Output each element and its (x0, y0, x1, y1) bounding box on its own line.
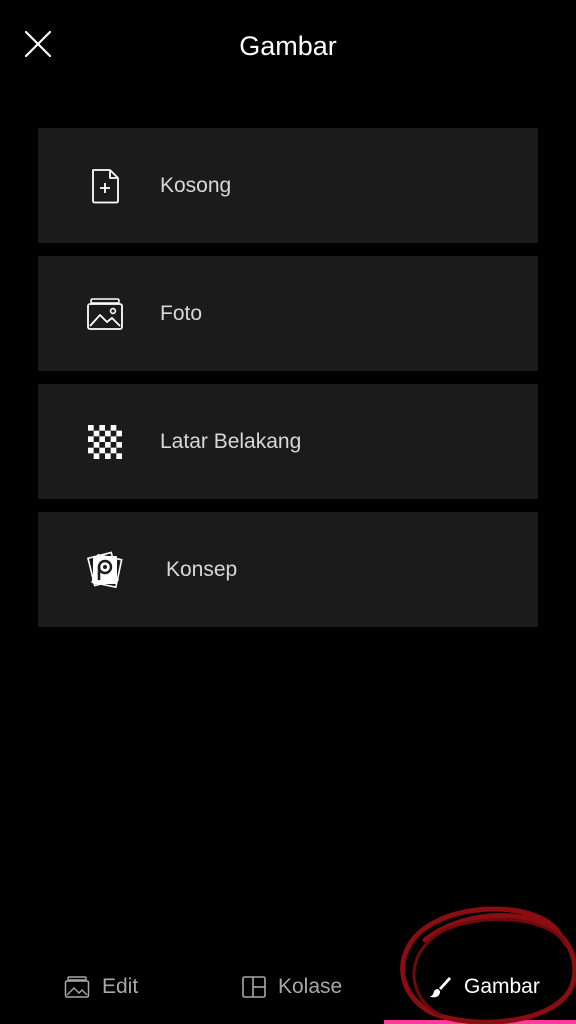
picsart-template-icon (84, 550, 126, 590)
active-tab-indicator (384, 1020, 576, 1024)
nav-tab-kolase[interactable]: Kolase (242, 970, 342, 1004)
nav-tab-label: Kolase (278, 975, 343, 998)
brush-icon (430, 977, 451, 998)
nav-tab-label: Edit (102, 975, 139, 998)
menu-item-latar-belakang[interactable]: Latar Belakang (38, 384, 538, 499)
image-edit-icon (64, 976, 90, 998)
menu-item-label: Konsep (166, 558, 238, 581)
menu-item-foto[interactable]: Foto (38, 256, 538, 371)
checkerboard-background-icon (84, 422, 126, 462)
nav-tab-gambar[interactable]: Gambar (428, 970, 540, 1004)
top-bar: Gambar (0, 0, 576, 92)
photo-gallery-icon (84, 294, 126, 334)
menu-item-konsep[interactable]: Konsep (38, 512, 538, 627)
page-title: Gambar (239, 31, 337, 61)
collage-grid-icon (242, 976, 266, 998)
nav-tab-label: Gambar (464, 975, 540, 998)
menu-item-label: Kosong (160, 174, 232, 197)
nav-tab-edit[interactable]: Edit (64, 970, 138, 1004)
bottom-navigation: Edit Kolase Gambar (0, 950, 576, 1024)
menu-item-label: Foto (160, 302, 203, 325)
draw-options-list: Kosong Foto Latar Belakang Konsep (38, 128, 538, 640)
menu-item-kosong[interactable]: Kosong (38, 128, 538, 243)
menu-item-label: Latar Belakang (160, 430, 302, 453)
blank-file-plus-icon (84, 166, 126, 206)
